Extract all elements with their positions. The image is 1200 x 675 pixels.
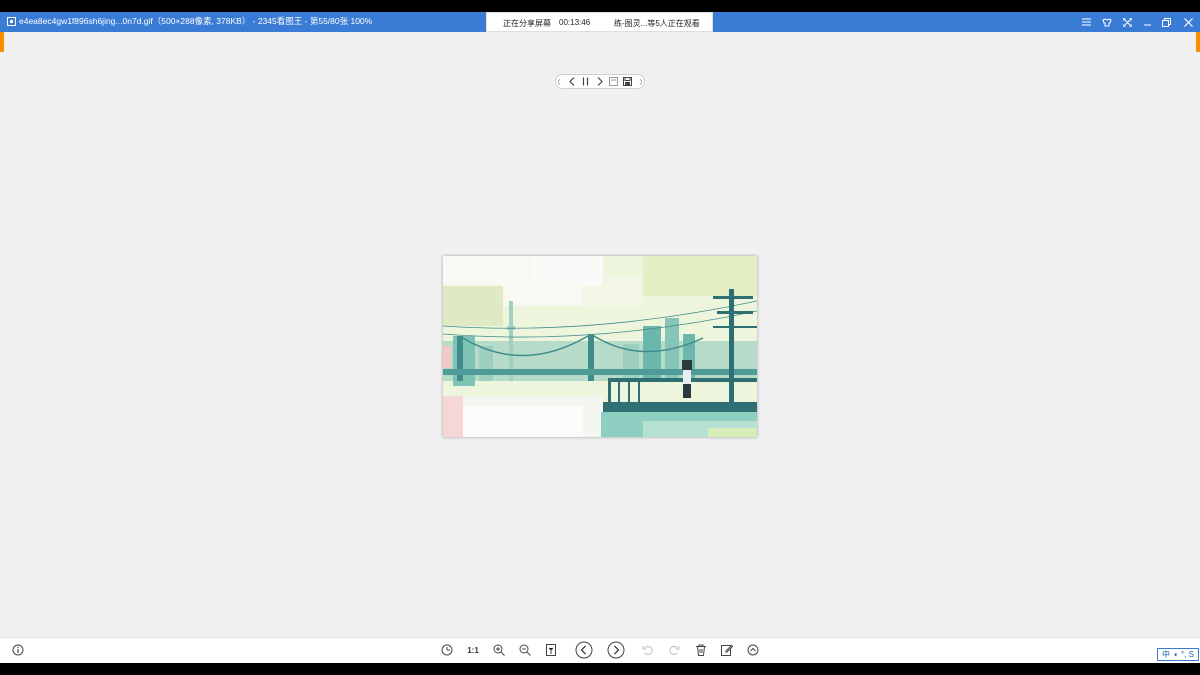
share-viewers[interactable]: 练-图灵...等5人正在观看 xyxy=(614,18,700,29)
bottom-toolbar xyxy=(0,637,1200,663)
top-black-bar xyxy=(0,0,1200,12)
close-icon[interactable] xyxy=(1179,13,1197,31)
window-title: e4ea8ec4gw1f896sh6jing...0n7d.gif（500×28… xyxy=(19,16,373,26)
menu-icon[interactable] xyxy=(1077,13,1095,31)
frame-icon[interactable] xyxy=(608,76,619,87)
bookmark-icon[interactable] xyxy=(542,641,560,659)
app-icon xyxy=(7,17,16,26)
bottom-black-bar xyxy=(0,663,1200,675)
next-icon[interactable] xyxy=(594,76,605,87)
rotate-left-icon[interactable] xyxy=(639,641,657,659)
up-icon[interactable] xyxy=(744,641,762,659)
displayed-image[interactable] xyxy=(443,256,757,437)
ime-glyphs: ◐ °, S xyxy=(1173,650,1194,659)
edit-icon[interactable] xyxy=(718,641,736,659)
left-edge-accent xyxy=(0,32,4,52)
skin-icon[interactable] xyxy=(1098,13,1116,31)
info-icon[interactable] xyxy=(9,641,27,659)
right-edge-accent xyxy=(1196,32,1200,52)
save-icon[interactable] xyxy=(622,76,633,87)
left-grip-icon xyxy=(556,76,562,87)
fullscreen-icon[interactable] xyxy=(1118,13,1136,31)
pause-icon[interactable] xyxy=(580,76,591,87)
ime-lang-label: 中 xyxy=(1161,650,1170,659)
ime-indicator[interactable]: 中 ◐ °, S xyxy=(1157,648,1199,661)
pixel-art-scene xyxy=(443,256,757,437)
previous-image-icon[interactable] xyxy=(575,641,593,659)
delete-icon[interactable] xyxy=(692,641,710,659)
rotate-right-icon[interactable] xyxy=(665,641,683,659)
adapt-icon[interactable] xyxy=(438,641,456,659)
minimize-icon[interactable] xyxy=(1138,13,1156,31)
restore-icon[interactable] xyxy=(1157,13,1175,31)
screen-share-panel[interactable]: 正在分享屏幕 00:13:46 练-图灵...等5人正在观看 xyxy=(486,12,713,32)
zoom-out-icon[interactable] xyxy=(516,641,534,659)
previous-icon[interactable] xyxy=(566,76,577,87)
share-status: 正在分享屏幕 xyxy=(503,19,551,28)
share-timer: 00:13:46 xyxy=(559,18,591,27)
next-image-icon[interactable] xyxy=(607,641,625,659)
zoom-in-icon[interactable] xyxy=(490,641,508,659)
right-grip-icon xyxy=(637,76,643,87)
actual-size-button[interactable]: 1:1 xyxy=(464,641,482,659)
